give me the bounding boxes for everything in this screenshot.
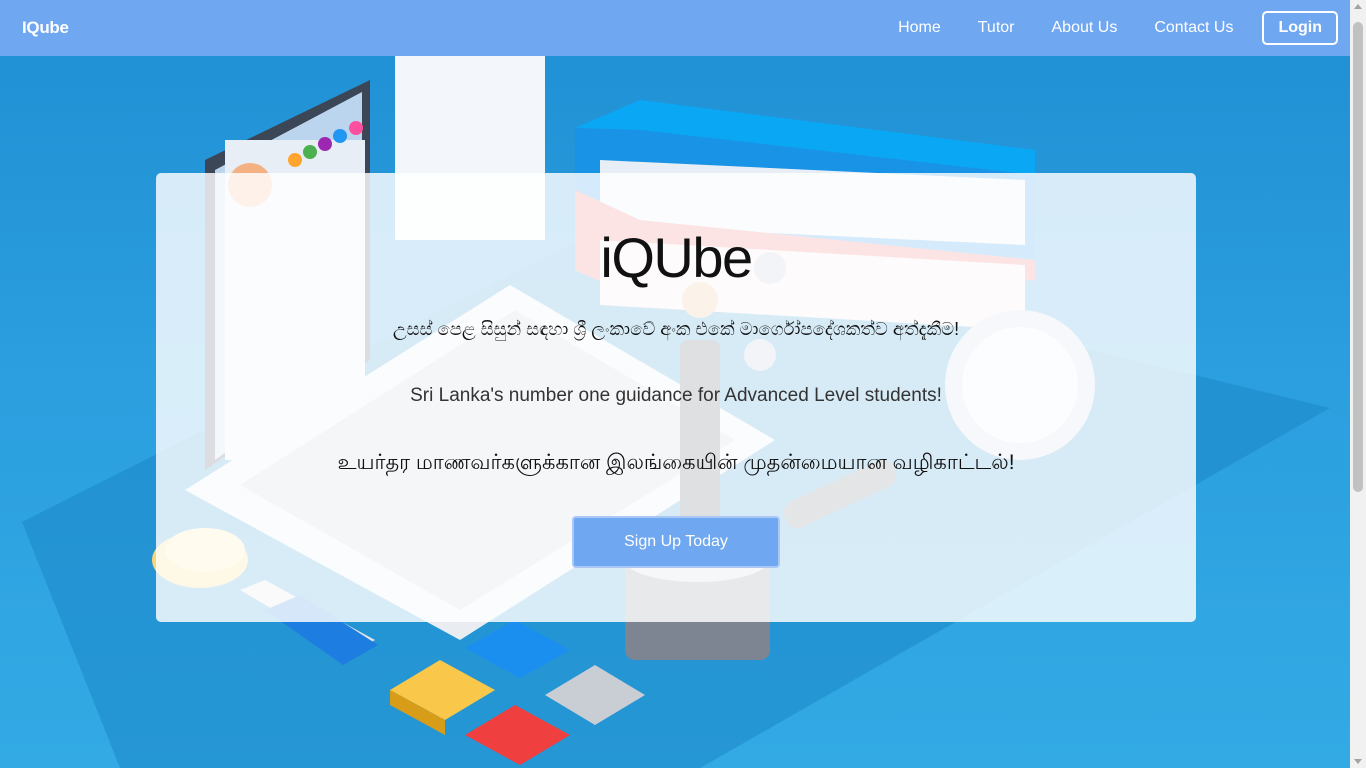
brand-logo[interactable]: IQube (22, 18, 69, 38)
scroll-down-arrow-icon[interactable] (1354, 759, 1362, 764)
hero-card: iQUbe උසස් පෙළ සිසුන් සඳහා ශ්‍රී ලංකාවේ … (156, 173, 1196, 622)
login-button[interactable]: Login (1262, 11, 1338, 45)
hero-title: iQUbe (600, 226, 753, 289)
nav-link-tutor[interactable]: Tutor (978, 19, 1015, 37)
nav-link-home[interactable]: Home (898, 19, 941, 37)
nav-links: Home Tutor About Us Contact Us Login (861, 11, 1338, 45)
scroll-up-arrow-icon[interactable] (1354, 4, 1362, 9)
hero-tagline-tamil: உயர்தர மாணவர்களுக்கான இலங்கையின் முதன்மை… (337, 451, 1015, 474)
page-scrollbar[interactable] (1350, 0, 1366, 768)
hero-tagline-english: Sri Lanka's number one guidance for Adva… (410, 385, 942, 406)
top-navbar: IQube Home Tutor About Us Contact Us Log… (0, 0, 1350, 56)
nav-link-contact-us[interactable]: Contact Us (1154, 19, 1233, 37)
nav-link-about-us[interactable]: About Us (1052, 19, 1118, 37)
scrollbar-thumb[interactable] (1353, 22, 1363, 492)
sign-up-button[interactable]: Sign Up Today (572, 516, 780, 568)
hero-tagline-sinhala: උසස් පෙළ සිසුන් සඳහා ශ්‍රී ලංකාවේ අංක එක… (392, 319, 960, 339)
